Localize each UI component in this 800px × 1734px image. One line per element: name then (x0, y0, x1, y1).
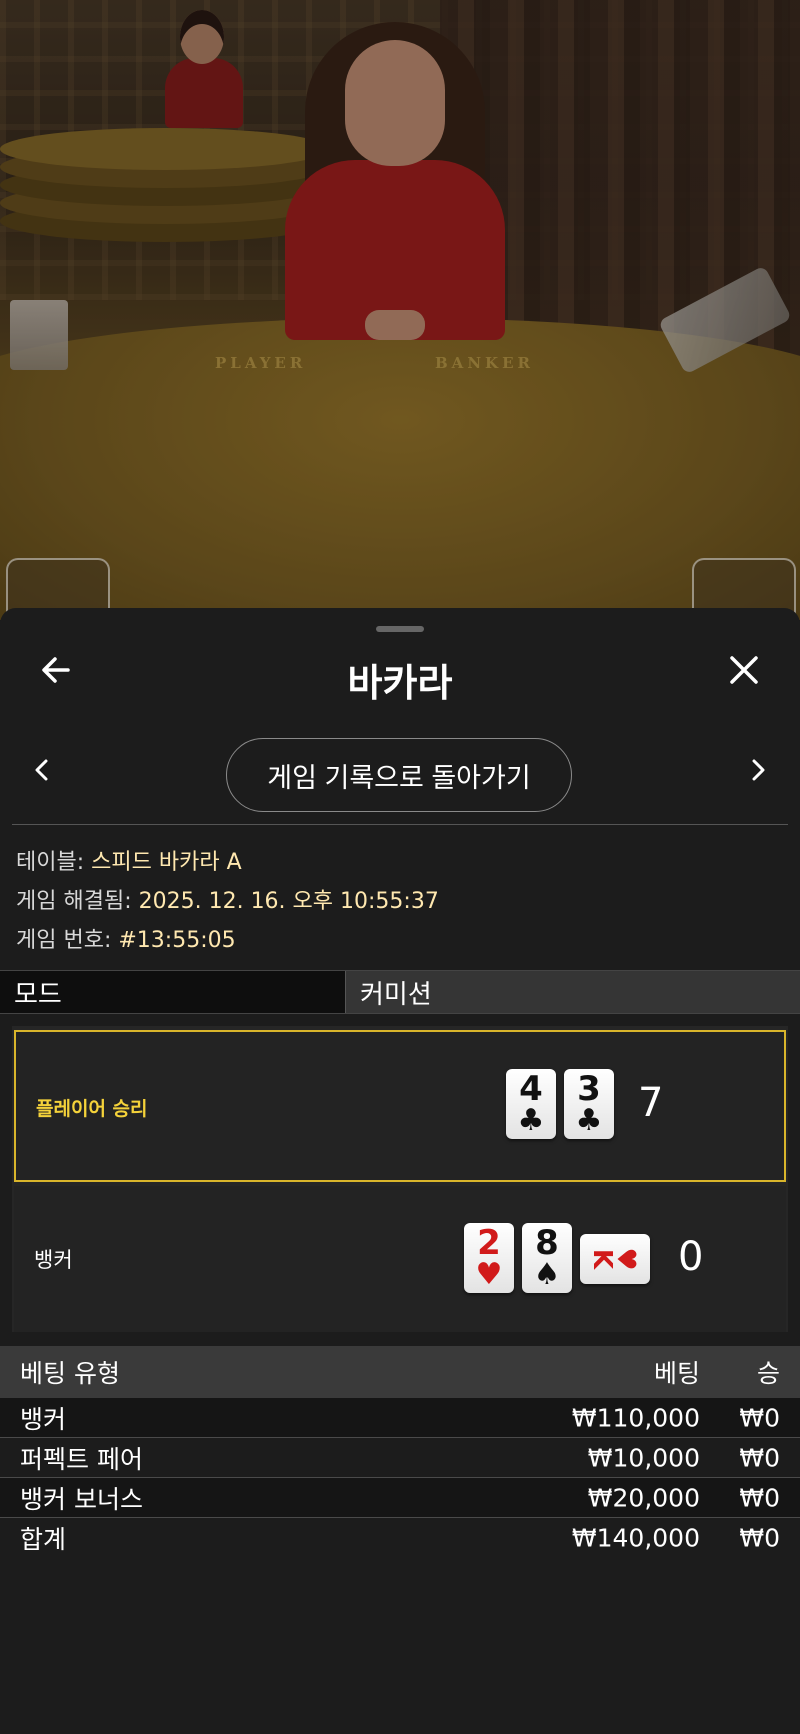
playing-card: 3 ♣ (564, 1069, 614, 1139)
resolved-info-label: 게임 해결됨: (16, 889, 139, 914)
video-overlay (0, 0, 800, 620)
close-icon (726, 652, 762, 692)
game-number-label: 게임 번호: (16, 928, 119, 953)
back-to-history-button[interactable]: 게임 기록으로 돌아가기 (226, 738, 572, 812)
bet-type: 뱅커 보너스 (20, 1484, 143, 1514)
chevron-left-icon (32, 758, 52, 786)
sheet-drag-handle[interactable] (376, 626, 424, 632)
table-row: 퍼펙트 페어 ₩10,000 ₩0 (0, 1438, 800, 1478)
table-info-label: 테이블: (16, 850, 92, 875)
playing-card: 8 ♠ (522, 1223, 572, 1293)
bet-amount: ₩20,000 (587, 1483, 700, 1512)
game-number-value: #13:55:05 (118, 928, 236, 953)
previous-game-button[interactable] (22, 752, 62, 792)
bets-table-header: 베팅 유형 베팅 승 (0, 1346, 800, 1398)
playing-card: 4 ♣ (506, 1069, 556, 1139)
round-result: 플레이어 승리 4 ♣ 3 ♣ 7 뱅커 2 ♥ 8 ♠ K ♥ 0 (12, 1026, 788, 1332)
bet-type: 퍼펙트 페어 (20, 1444, 143, 1474)
player-result-label: 플레이어 승리 (36, 1098, 148, 1120)
resolved-info-value: 2025. 12. 16. 오후 10:55:37 (138, 889, 439, 914)
live-video-feed: PLAYER BANKER (0, 0, 800, 620)
player-score: 7 (638, 1080, 664, 1126)
banker-hand-row: 뱅커 2 ♥ 8 ♠ K ♥ 0 (14, 1186, 786, 1332)
win-amount: ₩0 (739, 1483, 780, 1512)
total-bet: ₩140,000 (571, 1523, 700, 1553)
playing-card-sideways: K ♥ (580, 1234, 650, 1284)
table-info-value: 스피드 바카라 A (91, 850, 242, 875)
mode-label: 모드 (0, 971, 346, 1013)
header-bet: 베팅 (653, 1359, 700, 1388)
table-row: 뱅커 보너스 ₩20,000 ₩0 (0, 1478, 800, 1518)
total-win: ₩0 (739, 1523, 780, 1553)
table-row: 뱅커 ₩110,000 ₩0 (0, 1398, 800, 1438)
mode-row: 모드 커미션 (0, 970, 800, 1014)
bet-amount: ₩10,000 (587, 1443, 700, 1472)
win-amount: ₩0 (739, 1443, 780, 1472)
next-game-button[interactable] (738, 752, 778, 792)
divider (12, 824, 788, 825)
header-win: 승 (756, 1359, 780, 1388)
close-button[interactable] (720, 648, 768, 696)
header-bet-type: 베팅 유형 (20, 1359, 120, 1388)
bet-amount: ₩110,000 (571, 1403, 700, 1432)
mode-value: 커미션 (346, 971, 800, 1013)
table-info: 테이블: 스피드 바카라 A (16, 844, 242, 876)
page-title: 바카라 (347, 661, 453, 705)
total-label: 합계 (20, 1525, 67, 1554)
chevron-right-icon (748, 758, 768, 786)
banker-result-label: 뱅커 (34, 1248, 73, 1272)
resolved-info: 게임 해결됨: 2025. 12. 16. 오후 10:55:37 (16, 883, 439, 915)
total-row: 합계 ₩140,000 ₩0 (0, 1518, 800, 1558)
playing-card: 2 ♥ (464, 1223, 514, 1293)
win-amount: ₩0 (739, 1403, 780, 1432)
game-details-sheet: 바카라 게임 기록으로 돌아가기 테이블: 스피드 바카라 A 게임 해결됨: … (0, 608, 800, 1734)
banker-score: 0 (678, 1234, 704, 1280)
game-number-info: 게임 번호: #13:55:05 (16, 922, 236, 954)
bet-type: 뱅커 (20, 1404, 67, 1434)
player-hand-row: 플레이어 승리 4 ♣ 3 ♣ 7 (14, 1030, 786, 1182)
